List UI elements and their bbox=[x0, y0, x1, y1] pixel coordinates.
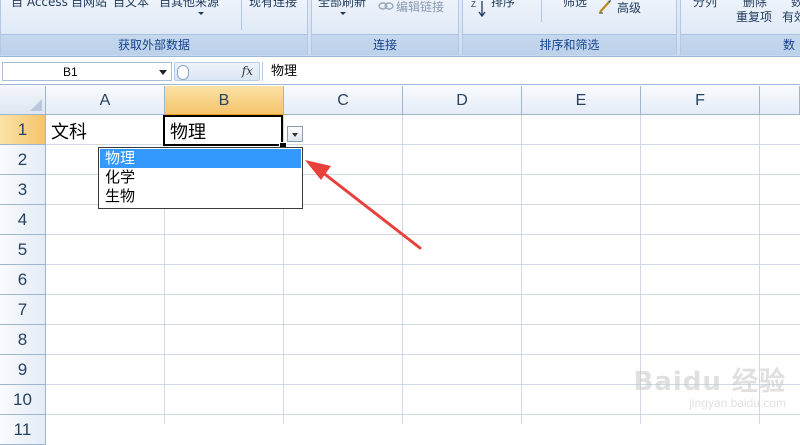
watermark-logo: Baidu 经验 bbox=[633, 367, 786, 397]
watermark-url: jingyan.baidu.com bbox=[689, 396, 786, 410]
baidu-watermark: Baidu 经验 jingyan.baidu.com bbox=[634, 361, 786, 410]
